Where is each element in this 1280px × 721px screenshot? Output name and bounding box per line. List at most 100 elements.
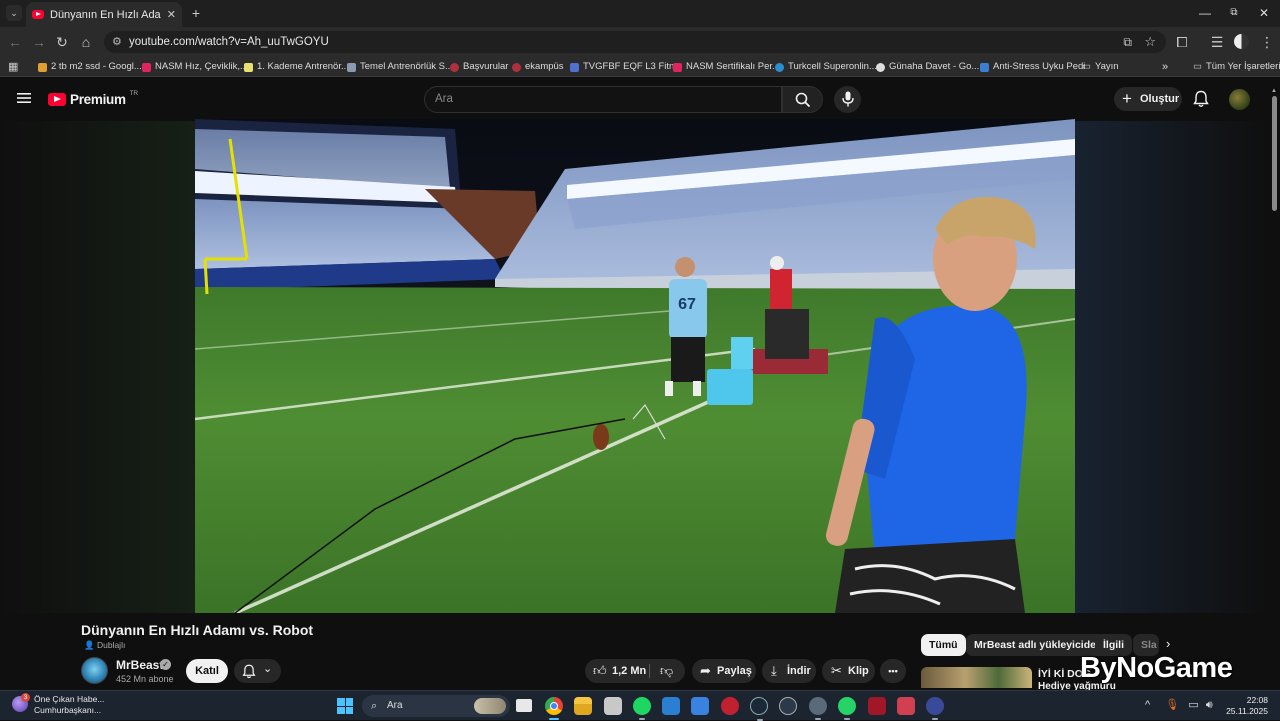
voice-search-button[interactable] <box>834 86 861 113</box>
browser-menu-icon[interactable]: ⋮ <box>1258 33 1276 51</box>
install-app-icon[interactable]: ⧉ <box>1123 31 1132 53</box>
reload-icon[interactable]: ↻ <box>53 33 71 51</box>
speed-gauge-icon[interactable] <box>779 697 797 715</box>
search-input[interactable]: Ara <box>424 86 782 113</box>
search-button[interactable] <box>782 86 823 113</box>
windows-start-icon[interactable] <box>337 698 353 714</box>
chrome-icon[interactable] <box>545 697 563 720</box>
tray-chevron-icon[interactable]: ^ <box>1145 699 1150 711</box>
bookmark-favicon-icon <box>570 62 579 72</box>
minimize-window-button[interactable]: — <box>1189 4 1221 22</box>
channel-avatar[interactable] <box>81 657 108 684</box>
bookmark-item[interactable]: ekampüs <box>512 60 564 74</box>
site-info-icon[interactable]: ⚙ <box>112 31 122 53</box>
browser-tab[interactable]: Dünyanın En Hızlı Adamı vs. Ro ✕ <box>26 2 182 27</box>
download-label: İndir <box>787 665 811 677</box>
guide-menu-icon[interactable] <box>17 91 31 105</box>
home-icon[interactable]: ⌂ <box>77 33 95 51</box>
tray-microphone-icon[interactable]: 🎙︎ <box>1165 699 1179 711</box>
bookmark-item[interactable]: NASM Sertifikalı Per... <box>673 60 780 74</box>
browser-toolbar: ← → ↻ ⌂ ⚙ youtube.com/watch?v=Ah_uuTwGOY… <box>0 27 1280 57</box>
notifications-bell-icon[interactable] <box>1193 90 1209 108</box>
bookmark-item[interactable]: Anti-Stress Uyku Pedi <box>980 60 1085 74</box>
mail-app-icon[interactable] <box>691 697 709 715</box>
snipping-tool-icon[interactable] <box>897 697 915 715</box>
red-app-icon[interactable] <box>868 697 886 715</box>
youtube-favicon-icon <box>32 10 44 19</box>
vpn-app-icon[interactable] <box>926 697 944 720</box>
share-arrow-icon: ➦ <box>700 663 711 678</box>
bookmark-favicon-icon <box>980 62 989 72</box>
bookmark-item[interactable]: Turkcell Superonlin... <box>775 60 877 74</box>
close-tab-icon[interactable]: ✕ <box>167 8 176 21</box>
taskbar-search-input[interactable]: ⌕ Ara <box>362 695 510 717</box>
thumbs-down-icon: 👎︎ <box>660 663 674 678</box>
join-button[interactable]: Katıl <box>186 659 228 683</box>
dislike-button[interactable]: 👎︎ <box>650 659 685 683</box>
recommended-video-thumbnail[interactable] <box>921 667 1032 688</box>
file-explorer-icon[interactable] <box>574 697 592 715</box>
apps-grid-icon[interactable]: ▦ <box>8 60 18 74</box>
task-view-icon[interactable] <box>516 699 532 712</box>
bookmark-item[interactable]: Başvurular <box>450 60 508 74</box>
create-button[interactable]: + Oluştur <box>1114 87 1182 111</box>
ambient-glow-right <box>1075 121 1268 613</box>
like-button[interactable]: 👍︎ 1,2 Mn <box>585 659 649 683</box>
logo-region: TR <box>129 90 138 97</box>
bookmark-item[interactable]: Temel Antrenörlük S... <box>347 60 453 74</box>
page-scrollbar[interactable]: ▲ <box>1270 88 1280 690</box>
bookmark-item[interactable]: NASM Hız, Çeviklik,... <box>142 60 248 74</box>
steam-icon[interactable] <box>750 697 768 721</box>
reading-list-icon[interactable]: ☰ <box>1208 33 1226 51</box>
discord-app-icon[interactable] <box>809 697 827 720</box>
more-actions-button[interactable]: ••• <box>880 659 906 683</box>
address-bar[interactable]: ⚙ youtube.com/watch?v=Ah_uuTwGOYU ⧉ ☆ <box>104 31 1166 53</box>
game-app-icon[interactable] <box>721 697 739 715</box>
scrollbar-thumb[interactable] <box>1272 96 1277 211</box>
taskbar-search-placeholder: Ara <box>387 700 403 711</box>
chips-next-chevron-icon[interactable]: › <box>1166 636 1170 651</box>
chip-all[interactable]: Tümü <box>921 634 966 656</box>
share-button[interactable]: ➦ Paylaş <box>692 659 756 683</box>
bookmark-folder[interactable]: ▭ Yayın <box>1082 60 1119 74</box>
calculator-app-icon[interactable] <box>662 697 680 715</box>
bookmark-star-icon[interactable]: ☆ <box>1144 31 1156 53</box>
account-avatar[interactable] <box>1229 89 1250 110</box>
subscriber-count: 452 Mn abone <box>116 674 174 684</box>
clock-date: 25.11.2025 <box>1226 706 1268 716</box>
forward-icon[interactable]: → <box>30 33 48 51</box>
bookmark-label: 1. Kademe Antrenör... <box>257 61 349 72</box>
taskbar-clock[interactable]: 22:08 25.11.2025 <box>1226 695 1268 717</box>
bookmarks-overflow-button[interactable]: » <box>1162 60 1168 74</box>
bookmark-item[interactable]: Günaha Davet - Go... <box>876 60 979 74</box>
download-button[interactable]: ⤓ İndir <box>762 659 816 683</box>
new-tab-button[interactable]: + <box>188 4 204 22</box>
extensions-icon[interactable]: ⧠ <box>1173 33 1191 51</box>
notes-app-icon[interactable] <box>604 697 622 715</box>
bookmark-label: ekampüs <box>525 61 564 72</box>
video-frame-stadium: 67 <box>195 119 1075 613</box>
video-player[interactable]: 67 <box>195 119 1075 613</box>
whatsapp-icon[interactable] <box>838 697 856 720</box>
channel-name[interactable]: MrBeast <box>116 658 163 672</box>
bookmark-label: NASM Hız, Çeviklik,... <box>155 61 248 72</box>
tray-volume-icon[interactable]: 🔊︎ <box>1206 699 1213 711</box>
clip-button[interactable]: ✂ Klip <box>822 659 875 683</box>
bookmark-item[interactable]: 2 tb m2 ssd - Googl... <box>38 60 142 74</box>
youtube-premium-logo[interactable]: Premium TR <box>48 90 138 107</box>
verified-check-icon: ✓ <box>160 659 171 670</box>
bookmark-favicon-icon <box>512 62 521 72</box>
all-bookmarks-folder[interactable]: ▭ Tüm Yer İşaretleri <box>1193 60 1280 74</box>
tab-list-chevron-icon[interactable]: ⌄ <box>6 5 22 21</box>
profile-icon[interactable] <box>1234 34 1249 49</box>
scroll-up-icon[interactable]: ▲ <box>1271 88 1277 94</box>
subscribed-notifications-button[interactable]: ⌄ <box>234 659 281 683</box>
close-window-button[interactable]: ✕ <box>1248 4 1280 22</box>
spotify-icon[interactable] <box>633 697 651 720</box>
tray-display-icon[interactable]: ▭ <box>1188 699 1198 711</box>
bookmark-item[interactable]: 1. Kademe Antrenör... <box>244 60 349 74</box>
bookmark-item[interactable]: TVGFBF EQF L3 Fitn... <box>570 60 682 74</box>
back-icon[interactable]: ← <box>6 33 24 51</box>
restore-window-button[interactable]: ⧉ <box>1218 4 1250 22</box>
bookmark-label: Anti-Stress Uyku Pedi <box>993 61 1086 72</box>
